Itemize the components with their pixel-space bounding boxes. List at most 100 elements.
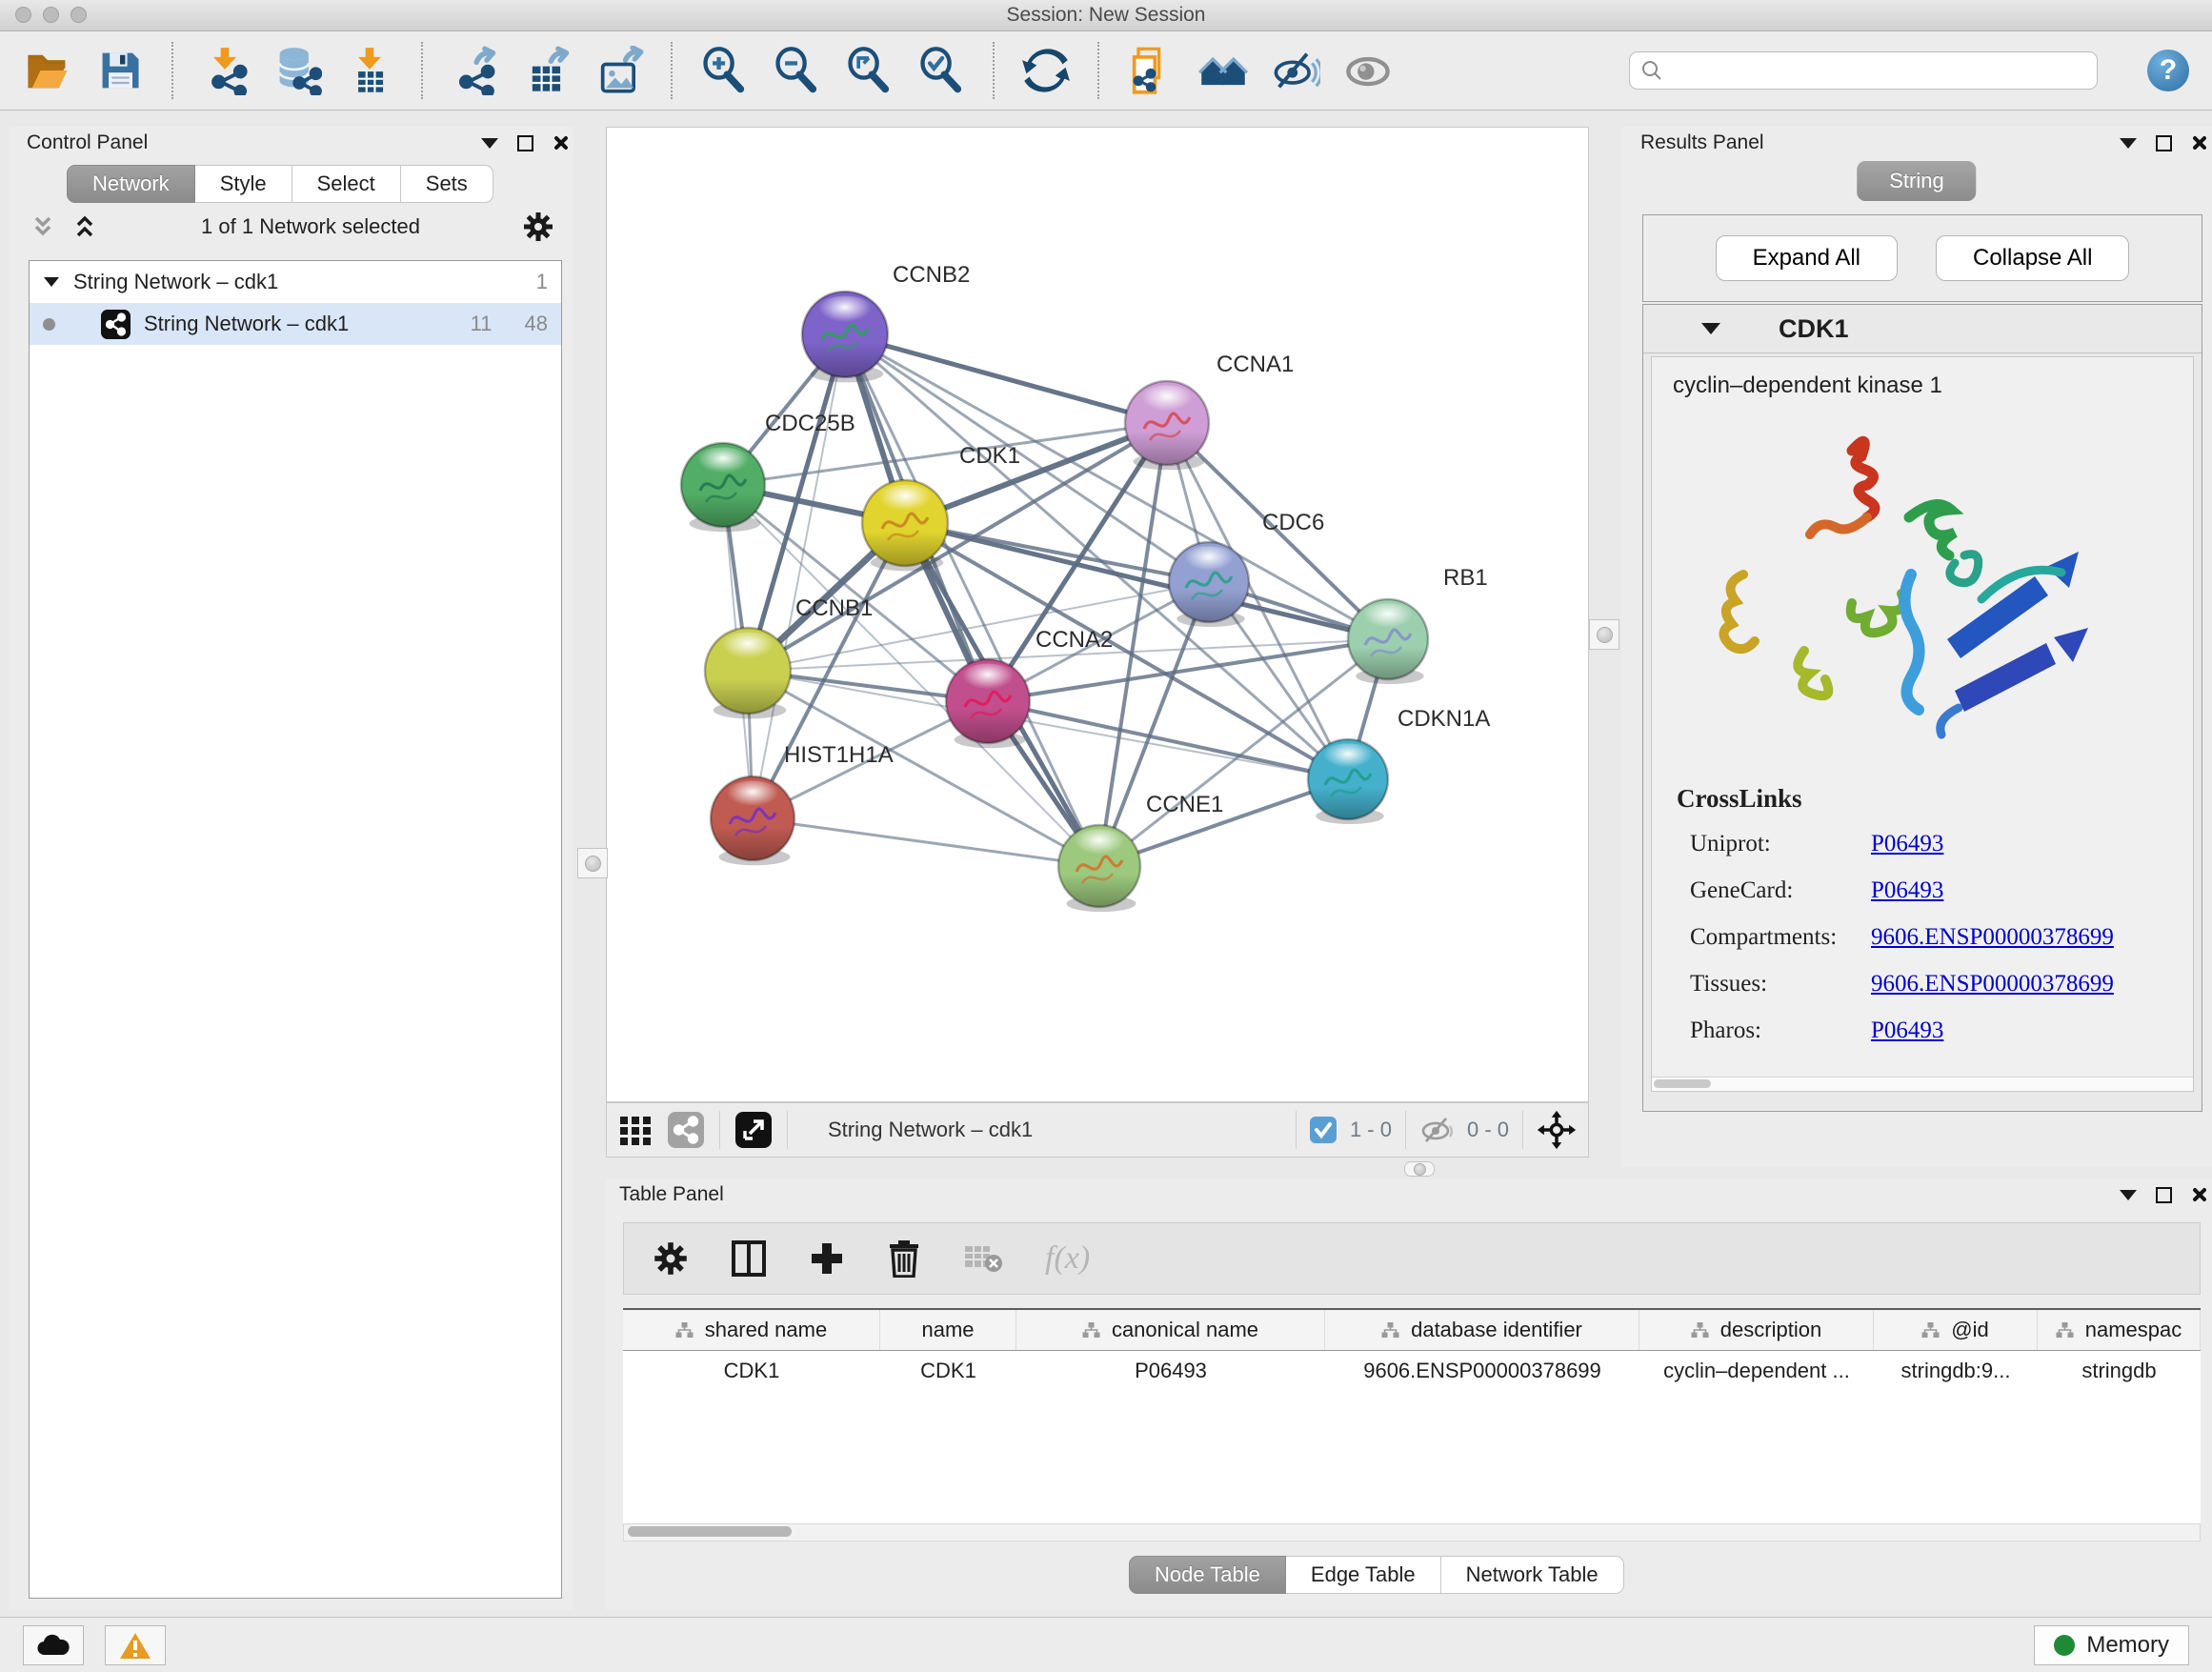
column-header-shared-name[interactable]: shared name: [623, 1310, 880, 1350]
graph-node-cdc25b[interactable]: [681, 443, 765, 532]
graph-node-rb1[interactable]: [1348, 599, 1428, 684]
minimize-window-button[interactable]: [43, 7, 59, 23]
tab-select[interactable]: Select: [292, 165, 401, 203]
collapse-triangle-icon[interactable]: [43, 275, 60, 289]
memory-button[interactable]: Memory: [2034, 1625, 2189, 1665]
panel-menu-icon[interactable]: [2120, 1190, 2137, 1200]
warnings-button[interactable]: [105, 1625, 166, 1665]
protein-header[interactable]: CDK1: [1643, 305, 2202, 353]
refresh-icon[interactable]: [1021, 46, 1071, 95]
float-panel-icon[interactable]: [2156, 135, 2172, 151]
cloud-button[interactable]: [23, 1625, 84, 1665]
table-settings-gear-icon[interactable]: [653, 1240, 689, 1277]
graph-node-cdk1[interactable]: [862, 480, 948, 571]
birds-eye-crosshair-icon[interactable]: [1537, 1110, 1577, 1150]
table-cell[interactable]: CDK1: [623, 1359, 880, 1383]
graph-node-ccnb1[interactable]: [705, 628, 791, 718]
zoom-selected-icon[interactable]: [916, 46, 966, 95]
panel-menu-icon[interactable]: [481, 138, 498, 149]
hidden-eye-slash-icon[interactable]: [1419, 1115, 1454, 1145]
delete-table-icon[interactable]: [963, 1242, 1003, 1275]
tab-network[interactable]: Network: [67, 165, 195, 203]
panel-menu-icon[interactable]: [2120, 138, 2137, 149]
table-cell[interactable]: P06493: [1016, 1359, 1325, 1383]
show-all-eye-icon[interactable]: [1343, 46, 1393, 95]
column-header-description[interactable]: description: [1639, 1310, 1874, 1350]
column-header-canonical-name[interactable]: canonical name: [1016, 1310, 1325, 1350]
close-window-button[interactable]: [15, 7, 31, 23]
graph-node-ccna2[interactable]: [946, 659, 1030, 748]
import-table-icon[interactable]: [345, 46, 394, 95]
network-canvas[interactable]: CCNB2CCNA1CDC25BCDK1CDC6RB1CCNB1CCNA2CDK…: [606, 127, 1589, 1102]
tab-edge-table[interactable]: Edge Table: [1286, 1556, 1441, 1594]
table-cell[interactable]: cyclin–dependent ...: [1639, 1359, 1874, 1383]
search-input[interactable]: [1629, 51, 2098, 90]
table-cell[interactable]: stringdb:9...: [1874, 1359, 2038, 1383]
selected-checkbox-icon[interactable]: [1310, 1117, 1337, 1143]
expand-all-icon[interactable]: [70, 212, 99, 241]
scrollbar-thumb[interactable]: [628, 1526, 792, 1537]
table-horizontal-scrollbar[interactable]: [623, 1523, 2201, 1541]
left-splitter-grip[interactable]: [577, 848, 608, 878]
graph-node-cdkn1a[interactable]: [1308, 739, 1388, 824]
tab-network-table[interactable]: Network Table: [1441, 1556, 1624, 1594]
column-header-name[interactable]: name: [880, 1310, 1016, 1350]
gear-icon[interactable]: [522, 211, 554, 243]
show-columns-icon[interactable]: [731, 1239, 767, 1278]
close-panel-icon[interactable]: [553, 135, 568, 151]
network-view-icon[interactable]: [668, 1112, 704, 1148]
crosslink-link[interactable]: P06493: [1871, 831, 1943, 857]
table-cell[interactable]: CDK1: [880, 1359, 1016, 1383]
hide-selected-eye-slash-icon[interactable]: [1271, 46, 1320, 95]
network-from-selection-icon[interactable]: [1126, 46, 1176, 95]
grid-view-icon[interactable]: [618, 1113, 653, 1147]
crosslink-link[interactable]: P06493: [1871, 877, 1943, 904]
collapse-all-icon[interactable]: [29, 212, 57, 241]
tab-sets[interactable]: Sets: [401, 165, 493, 203]
tab-node-table[interactable]: Node Table: [1129, 1556, 1286, 1594]
column-header-database-identifier[interactable]: database identifier: [1325, 1310, 1639, 1350]
detach-view-icon[interactable]: [735, 1112, 772, 1148]
graph-node-hist1h1a[interactable]: [711, 776, 794, 865]
float-panel-icon[interactable]: [2156, 1187, 2172, 1203]
save-icon[interactable]: [95, 46, 145, 95]
tab-style[interactable]: Style: [195, 165, 292, 203]
tab-string[interactable]: String: [1857, 161, 1976, 201]
table-cell[interactable]: 9606.ENSP00000378699: [1325, 1359, 1639, 1383]
graph-node-ccne1[interactable]: [1058, 825, 1140, 912]
collapse-triangle-icon[interactable]: [1700, 321, 1721, 336]
export-image-icon[interactable]: [594, 46, 644, 95]
collapse-all-button[interactable]: Collapse All: [1936, 235, 2129, 281]
float-panel-icon[interactable]: [517, 135, 533, 151]
add-column-plus-icon[interactable]: [809, 1240, 845, 1277]
results-horizontal-scrollbar[interactable]: [1652, 1077, 2193, 1091]
graph-node-ccna1[interactable]: [1125, 381, 1209, 470]
column-header-namespac[interactable]: namespac: [2038, 1310, 2201, 1350]
crosslink-link[interactable]: P06493: [1871, 1017, 1943, 1044]
import-network-icon[interactable]: [200, 46, 250, 95]
zoom-out-icon[interactable]: [772, 46, 821, 95]
column-header--id[interactable]: @id: [1874, 1310, 2038, 1350]
export-network-icon[interactable]: [450, 46, 499, 95]
right-splitter-grip[interactable]: [1589, 619, 1619, 650]
delete-column-trash-icon[interactable]: [887, 1239, 921, 1278]
zoom-in-icon[interactable]: [699, 46, 749, 95]
export-table-icon[interactable]: [522, 46, 572, 95]
network-row[interactable]: String Network – cdk1 11 48: [30, 303, 561, 345]
close-panel-icon[interactable]: [2191, 1187, 2206, 1202]
crosslink-link[interactable]: 9606.ENSP00000378699: [1871, 971, 2114, 997]
network-collection-row[interactable]: String Network – cdk1 1: [30, 261, 561, 303]
graph-node-cdc6[interactable]: [1169, 542, 1249, 627]
maximize-window-button[interactable]: [70, 7, 87, 23]
crosslink-link[interactable]: 9606.ENSP00000378699: [1871, 924, 2114, 951]
expand-all-button[interactable]: Expand All: [1716, 235, 1898, 281]
bottom-splitter-grip[interactable]: [1404, 1161, 1435, 1177]
zoom-fit-icon[interactable]: [844, 46, 894, 95]
open-folder-icon[interactable]: [23, 46, 72, 95]
home-icon[interactable]: [1198, 46, 1248, 95]
close-panel-icon[interactable]: [2191, 135, 2206, 151]
help-button[interactable]: ?: [2147, 50, 2189, 91]
table-cell[interactable]: stringdb: [2038, 1359, 2201, 1383]
import-database-icon[interactable]: [272, 46, 322, 95]
function-builder-icon[interactable]: f(x): [1045, 1240, 1090, 1277]
